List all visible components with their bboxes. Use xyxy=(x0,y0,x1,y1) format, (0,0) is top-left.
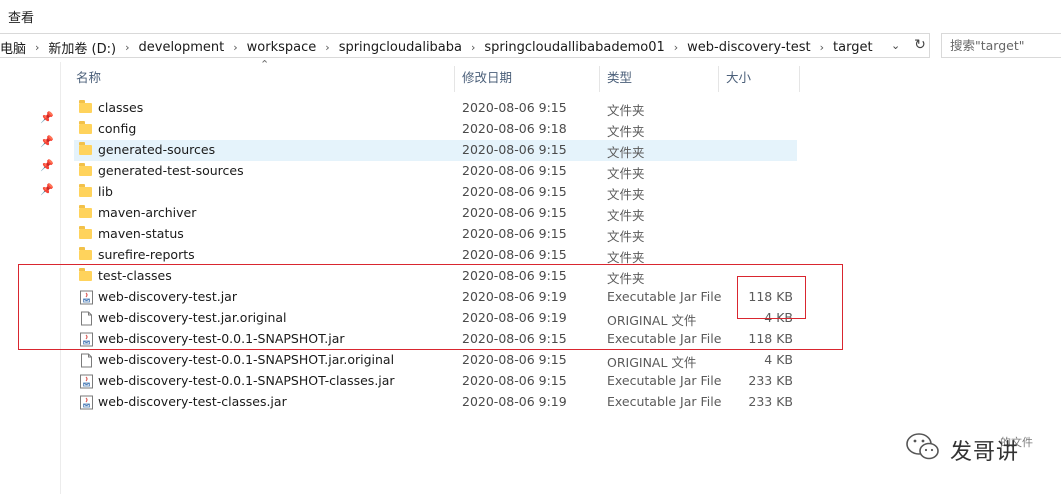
wechat-icon xyxy=(906,433,939,460)
file-date: 2020-08-06 9:15 xyxy=(462,373,567,388)
breadcrumb-item[interactable]: workspace xyxy=(247,40,317,55)
file-type: Executable Jar File xyxy=(607,373,722,388)
file-row[interactable]: classes 2020-08-06 9:15 文件夹 xyxy=(74,98,797,119)
pin-icon[interactable]: 📌 xyxy=(40,159,54,172)
file-row[interactable]: surefire-reports 2020-08-06 9:15 文件夹 xyxy=(74,245,797,266)
file-row[interactable]: web-discovery-test-0.0.1-SNAPSHOT-classe… xyxy=(74,371,797,392)
file-name: generated-sources xyxy=(98,142,216,157)
file-type: 文件夹 xyxy=(607,103,645,118)
file-date: 2020-08-06 9:15 xyxy=(462,247,567,262)
search-box[interactable] xyxy=(941,33,1061,58)
file-type: 文件夹 xyxy=(607,187,645,202)
breadcrumb-item[interactable]: 新加卷 (D:) xyxy=(48,38,116,57)
folder-icon xyxy=(79,121,92,134)
pin-icon[interactable]: 📌 xyxy=(40,135,54,148)
file-date: 2020-08-06 9:15 xyxy=(462,205,567,220)
jar-icon xyxy=(80,395,93,410)
jar-icon xyxy=(80,374,93,389)
watermark: 的文件 发哥讲 xyxy=(904,430,1061,470)
file-size: 233 KB xyxy=(748,373,793,388)
column-header-row: ⌃ 名称 修改日期 类型 大小 xyxy=(60,58,1060,92)
pin-icon[interactable]: 📌 xyxy=(40,111,54,124)
watermark-text: 发哥讲 xyxy=(950,440,1020,465)
address-box[interactable]: 电脑 › 新加卷 (D:) › development › workspace › spring… xyxy=(0,33,930,58)
file-name: generated-test-sources xyxy=(98,163,244,178)
folder-icon xyxy=(79,142,92,155)
file-name: web-discovery-test-0.0.1-SNAPSHOT.jar.or… xyxy=(98,352,395,367)
file-name: maven-status xyxy=(98,226,184,241)
file-type: 文件夹 xyxy=(607,124,645,139)
chevron-right-icon[interactable]: › xyxy=(471,41,475,54)
breadcrumb: 电脑 › 新加卷 (D:) › development › workspace › spring… xyxy=(0,38,873,57)
file-name: maven-archiver xyxy=(98,205,197,220)
breadcrumb-item[interactable]: springcloudalibaba xyxy=(339,40,462,55)
folder-icon xyxy=(79,226,92,239)
chevron-right-icon[interactable]: › xyxy=(35,41,39,54)
file-date: 2020-08-06 9:15 xyxy=(462,226,567,241)
file-icon xyxy=(81,353,92,368)
file-row[interactable]: web-discovery-test-classes.jar 2020-08-06… xyxy=(74,392,797,413)
file-type: 文件夹 xyxy=(607,145,645,160)
breadcrumb-item[interactable]: web-discovery-test xyxy=(687,40,810,55)
chevron-right-icon[interactable]: › xyxy=(820,41,824,54)
file-date: 2020-08-06 9:15 xyxy=(462,352,567,367)
file-date: 2020-08-06 9:15 xyxy=(462,163,567,178)
chevron-down-icon[interactable]: ⌄ xyxy=(891,39,907,53)
column-header-type[interactable]: 类型 xyxy=(601,66,719,92)
annotation-box-files xyxy=(18,264,843,350)
annotation-box-size xyxy=(737,276,806,319)
file-row[interactable]: config 2020-08-06 9:18 文件夹 xyxy=(74,119,797,140)
folder-icon xyxy=(79,247,92,260)
file-row[interactable]: generated-sources 2020-08-06 9:15 文件夹 xyxy=(74,140,797,161)
menu-view[interactable]: 查看 xyxy=(8,7,34,26)
file-row[interactable]: generated-test-sources 2020-08-06 9:15 文件夹 xyxy=(74,161,797,182)
file-size: 4 KB xyxy=(764,352,793,367)
file-name: lib xyxy=(98,184,113,199)
file-type: 文件夹 xyxy=(607,166,645,181)
file-name: surefire-reports xyxy=(98,247,195,262)
address-bar: 电脑 › 新加卷 (D:) › development › workspace › spring… xyxy=(0,33,1061,60)
refresh-icon[interactable]: ↻ xyxy=(911,36,929,54)
menubar: 查看 xyxy=(0,0,1061,30)
folder-icon xyxy=(79,205,92,218)
chevron-right-icon[interactable]: › xyxy=(674,41,678,54)
file-type: ORIGINAL 文件 xyxy=(607,355,697,370)
column-header-size[interactable]: 大小 xyxy=(720,66,800,92)
file-type: 文件夹 xyxy=(607,229,645,244)
breadcrumb-item[interactable]: target xyxy=(833,40,873,55)
folder-icon xyxy=(79,184,92,197)
column-header-name[interactable]: 名称 xyxy=(70,66,455,92)
chevron-right-icon[interactable]: › xyxy=(325,41,329,54)
file-type: 文件夹 xyxy=(607,208,645,223)
folder-icon xyxy=(79,100,92,113)
column-header-date[interactable]: 修改日期 xyxy=(456,66,600,92)
breadcrumb-item[interactable]: development xyxy=(139,40,225,55)
file-date: 2020-08-06 9:18 xyxy=(462,121,567,136)
file-date: 2020-08-06 9:19 xyxy=(462,394,567,409)
file-row[interactable]: lib 2020-08-06 9:15 文件夹 xyxy=(74,182,797,203)
chevron-right-icon[interactable]: › xyxy=(125,41,129,54)
breadcrumb-item[interactable]: springcloudallibabademo01 xyxy=(484,40,664,55)
file-name: web-discovery-test-classes.jar xyxy=(98,394,287,409)
breadcrumb-item[interactable]: 电脑 xyxy=(0,38,26,57)
chevron-right-icon[interactable]: › xyxy=(233,41,237,54)
search-input[interactable] xyxy=(950,35,1061,56)
folder-icon xyxy=(79,163,92,176)
file-name: classes xyxy=(98,100,144,115)
file-name: web-discovery-test-0.0.1-SNAPSHOT-classe… xyxy=(98,373,395,388)
pin-icon[interactable]: 📌 xyxy=(40,183,54,196)
file-type: Executable Jar File xyxy=(607,394,722,409)
file-size: 233 KB xyxy=(748,394,793,409)
file-name: config xyxy=(98,121,137,136)
file-date: 2020-08-06 9:15 xyxy=(462,184,567,199)
file-date: 2020-08-06 9:15 xyxy=(462,100,567,115)
file-row[interactable]: maven-status 2020-08-06 9:15 文件夹 xyxy=(74,224,797,245)
file-row[interactable]: web-discovery-test-0.0.1-SNAPSHOT.jar.or… xyxy=(74,350,797,371)
file-date: 2020-08-06 9:15 xyxy=(462,142,567,157)
file-row[interactable]: maven-archiver 2020-08-06 9:15 文件夹 xyxy=(74,203,797,224)
